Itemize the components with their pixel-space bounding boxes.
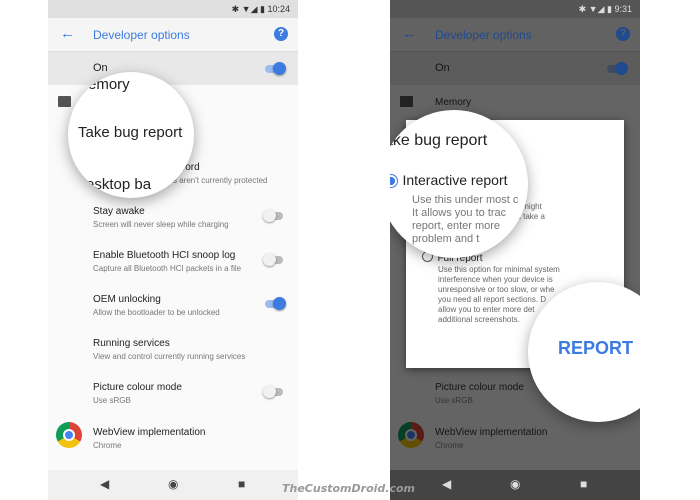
master-toggle-row[interactable]: On [48, 52, 298, 85]
picture-colour-toggle[interactable] [263, 385, 283, 398]
take-bug-report-item[interactable]: Take bug report [78, 124, 182, 141]
item-subtitle: Use sRGB [93, 396, 131, 405]
list-item-memory[interactable]: Memory [435, 97, 630, 108]
status-bar: ✱ ▼◢ ▮ 9:31 [390, 0, 640, 18]
list-item-picture-colour-mode[interactable]: Picture colour mode Use sRGB [93, 382, 288, 405]
item-subtitle: Allow the bootloader to be unlocked [93, 308, 220, 317]
chrome-icon [398, 422, 424, 448]
help-icon[interactable]: ? [616, 27, 630, 41]
list-item-running-services[interactable]: Running services View and control current… [93, 338, 288, 361]
item-title: Memory [435, 97, 472, 108]
report-button[interactable]: REPORT [558, 338, 633, 359]
oem-unlocking-toggle[interactable] [265, 297, 286, 310]
desc-line: problem and t [412, 233, 480, 245]
master-toggle[interactable] [607, 62, 628, 75]
status-time: 9:31 [614, 4, 632, 14]
interactive-report-option[interactable]: Interactive report [390, 172, 508, 190]
desc-line: It allows you to trac [412, 207, 507, 219]
nav-bar: ◀ ◉ ■ [390, 470, 640, 500]
item-title: WebView implementation [435, 427, 548, 438]
list-item-webview[interactable]: WebView implementation Chrome [435, 427, 630, 450]
item-subtitle: Screen will never sleep while charging [93, 220, 229, 229]
item-title: Enable Bluetooth HCI snoop log [93, 250, 236, 261]
left-phone-screen: ✱ ▼◢ ▮ 10:24 ← Developer options ? On sw… [48, 0, 298, 500]
desc-line: interference when your device is [438, 275, 553, 284]
nav-recents-button[interactable]: ■ [580, 477, 587, 491]
on-label: On [435, 62, 450, 74]
chrome-icon [56, 422, 82, 448]
item-subtitle: Capture all Bluetooth HCI packets in a f… [93, 264, 242, 273]
on-label: On [93, 62, 108, 74]
item-subtitle: Chrome [93, 441, 122, 450]
nav-back-button[interactable]: ◀ [442, 477, 451, 491]
page-title: Developer options [435, 28, 532, 42]
item-title: OEM unlocking [93, 294, 161, 305]
back-arrow-icon[interactable]: ← [60, 25, 75, 42]
nav-back-button[interactable]: ◀ [100, 477, 109, 491]
nav-home-button[interactable]: ◉ [168, 477, 178, 491]
desc-line: Use this under most c [412, 194, 519, 206]
nav-recents-button[interactable]: ■ [238, 477, 245, 491]
nav-bar: ◀ ◉ ■ [48, 470, 298, 500]
back-arrow-icon[interactable]: ← [402, 25, 417, 42]
dialog-title: Take bug report [390, 132, 488, 149]
list-item-stay-awake[interactable]: Stay awake Screen will never sleep while … [93, 206, 288, 229]
interactive-report-label: Interactive report [402, 172, 508, 188]
magnified-memory: emory [88, 76, 130, 93]
status-time: 10:24 [267, 4, 290, 14]
master-toggle-row[interactable]: On [390, 52, 640, 85]
item-subtitle: Chrome [435, 441, 464, 450]
magnified-desktop-backup: esktop ba [86, 176, 152, 193]
item-title: Stay awake [93, 206, 145, 217]
list-item-bluetooth-hci[interactable]: Enable Bluetooth HCI snoop log Capture al… [93, 250, 288, 273]
desc-line: report, enter more [412, 220, 501, 232]
bluetooth-hci-toggle[interactable] [263, 253, 283, 266]
desc-line: unresponsive or too slow, or whe [438, 285, 555, 294]
desc-line: Use this option for minimal system [438, 265, 560, 274]
right-phone-screen: ✱ ▼◢ ▮ 9:31 ← Developer options? On Memor… [390, 0, 640, 500]
item-title: Picture colour mode [93, 382, 182, 393]
item-title: Running services [93, 338, 170, 349]
interactive-description-magnified: Use this under most c It allows you to tr… [412, 194, 518, 246]
memory-chip-icon [58, 96, 71, 107]
status-bar: ✱ ▼◢ ▮ 10:24 [48, 0, 298, 18]
watermark: TheCustomDroid.com [282, 482, 415, 495]
magnifier-take-bug-report: emory Take bug report esktop ba [68, 72, 194, 198]
item-title: WebView implementation [93, 427, 206, 438]
magnifier-interactive-report: Take bug report Interactive report Use t… [390, 110, 528, 258]
nav-home-button[interactable]: ◉ [510, 477, 520, 491]
interactive-report-radio[interactable] [390, 173, 398, 188]
memory-chip-icon [400, 96, 413, 107]
app-bar: ← Developer options ? [48, 18, 298, 52]
list-item-webview[interactable]: WebView implementation Chrome [93, 427, 288, 450]
item-subtitle: View and control currently running servi… [93, 352, 246, 361]
stay-awake-toggle[interactable] [263, 209, 283, 222]
master-toggle[interactable] [265, 62, 286, 75]
app-bar: ← Developer options? [390, 18, 640, 52]
page-title: Developer options [93, 28, 190, 42]
desc-line: you need all report sections. D [438, 295, 547, 304]
help-icon[interactable]: ? [274, 27, 288, 41]
list-item-oem-unlocking[interactable]: OEM unlocking Allow the bootloader to be … [93, 294, 288, 317]
